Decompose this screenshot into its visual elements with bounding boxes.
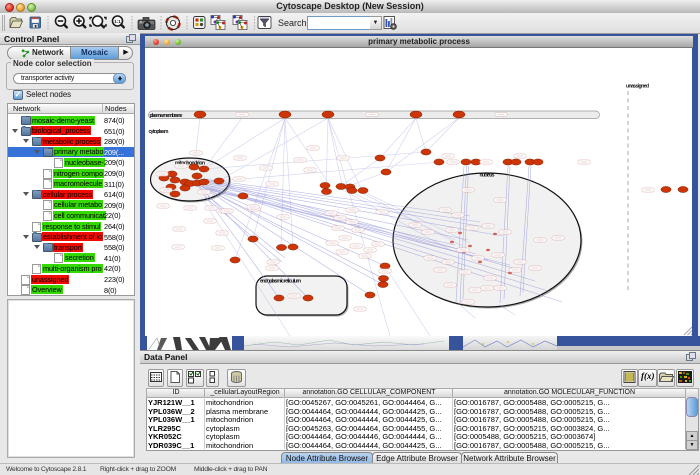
svg-text:unassigned: unassigned (626, 84, 649, 90)
svg-text:1:1: 1:1 (114, 19, 121, 24)
svg-text:endoplasmic reticulum: endoplasmic reticulum (260, 279, 301, 285)
svg-text:cytoplasm: cytoplasm (149, 129, 169, 135)
svg-text:plasma membrane: plasma membrane (150, 113, 183, 119)
svg-text:nucleus: nucleus (480, 173, 495, 179)
